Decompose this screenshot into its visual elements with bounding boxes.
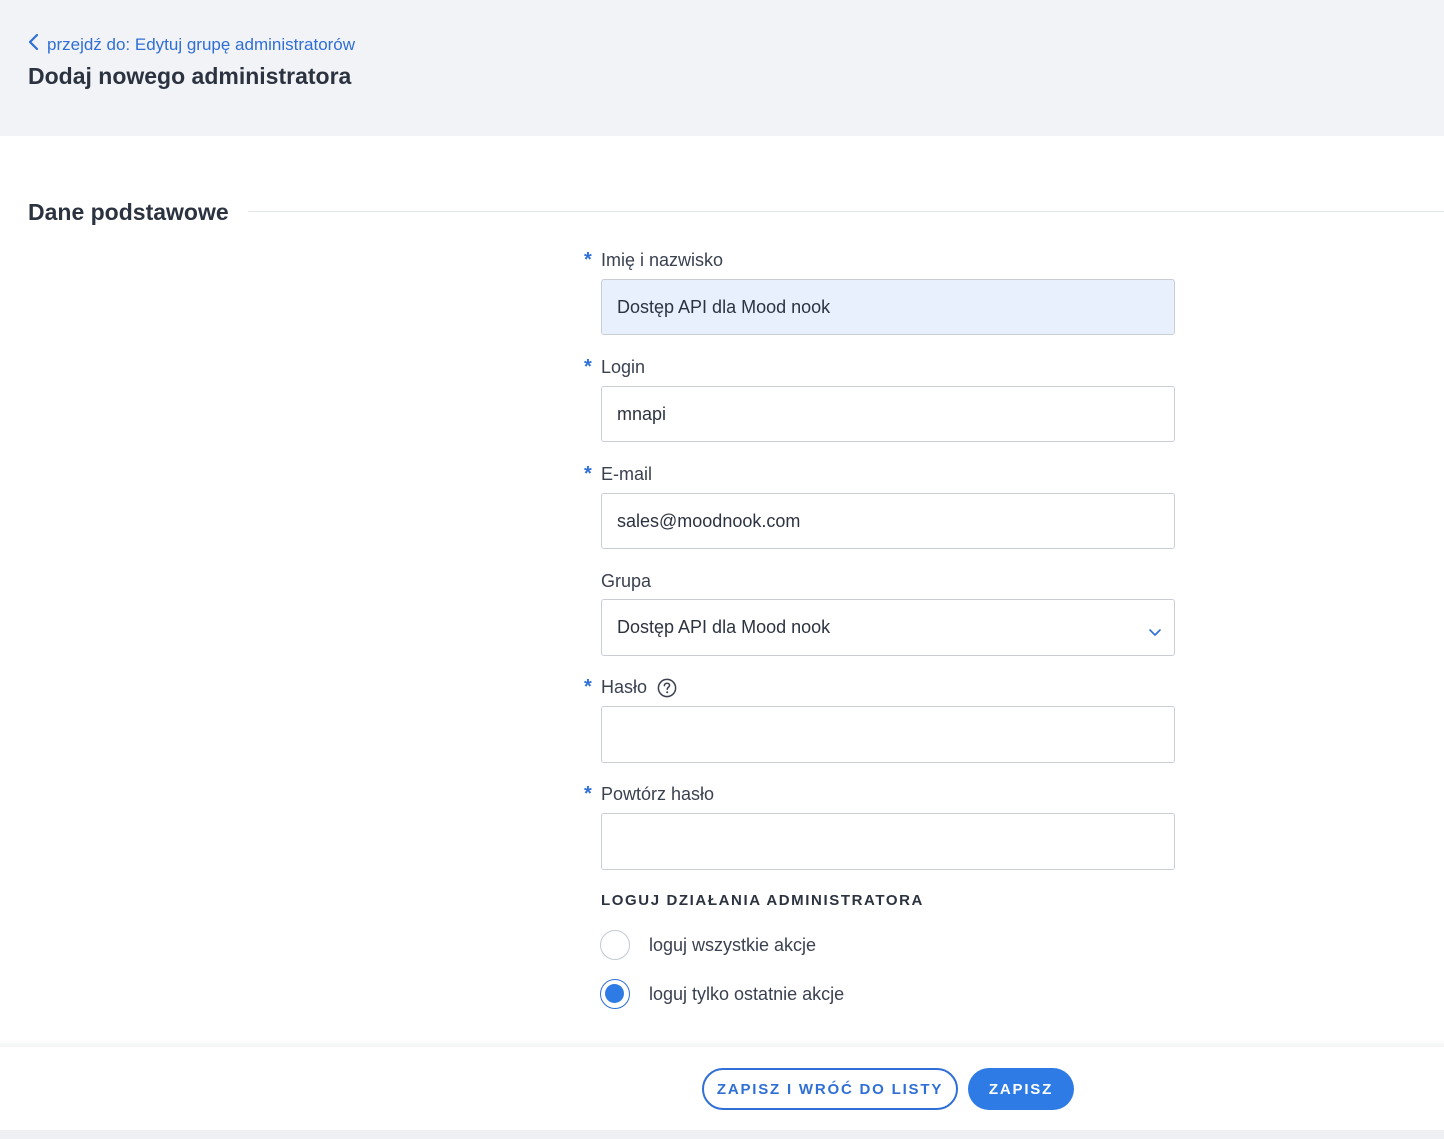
- group-select-value: Dostęp API dla Mood nook: [617, 617, 831, 637]
- password-repeat-input[interactable]: [601, 813, 1175, 870]
- required-marker: *: [584, 356, 592, 378]
- radio-button-checked[interactable]: [600, 979, 630, 1009]
- section-divider: [248, 211, 1444, 212]
- group-select[interactable]: Dostęp API dla Mood nook: [601, 599, 1175, 656]
- email-input[interactable]: sales@moodnook.com: [601, 493, 1175, 549]
- radio-log-all[interactable]: loguj wszystkie akcje: [600, 930, 816, 960]
- required-marker: *: [584, 463, 592, 485]
- back-link[interactable]: przejdź do: Edytuj grupę administratorów: [28, 33, 355, 56]
- footer-bottom-strip: [0, 1130, 1444, 1139]
- chevron-left-icon: [28, 33, 39, 56]
- back-link-label: przejdź do: Edytuj grupę administratorów: [47, 34, 356, 54]
- full-name-input[interactable]: Dostęp API dla Mood nook: [601, 279, 1175, 335]
- password-input[interactable]: [601, 706, 1175, 763]
- section-title: Dane podstawowe: [28, 199, 229, 225]
- radio-label: loguj tylko ostatnie akcje: [649, 983, 845, 1004]
- radio-button[interactable]: [600, 930, 630, 960]
- login-input[interactable]: mnapi: [601, 386, 1175, 442]
- email-label: E-mail: [601, 464, 653, 484]
- save-and-return-button[interactable]: ZAPISZ I WRÓĆ DO LISTY: [702, 1068, 958, 1110]
- password-repeat-label: Powtórz hasło: [601, 784, 715, 804]
- full-name-label: Imię i nazwisko: [601, 250, 724, 270]
- required-marker: *: [584, 676, 592, 698]
- radio-label: loguj wszystkie akcje: [649, 934, 817, 955]
- page-title: Dodaj nowego administratora: [28, 63, 352, 89]
- save-button[interactable]: ZAPISZ: [968, 1068, 1074, 1110]
- password-label: Hasło: [601, 677, 648, 697]
- chevron-down-icon: [1148, 621, 1162, 636]
- required-marker: *: [584, 249, 592, 271]
- page-header: przejdź do: Edytuj grupę administratorów…: [0, 0, 1444, 136]
- password-label-row: Hasło: [601, 677, 677, 698]
- question-circle-icon[interactable]: [657, 678, 677, 698]
- radio-log-recent[interactable]: loguj tylko ostatnie akcje: [600, 979, 844, 1009]
- required-marker: *: [584, 783, 592, 805]
- logging-heading: LOGUJ DZIAŁANIA ADMINISTRATORA: [601, 892, 924, 909]
- group-label: Grupa: [601, 571, 652, 591]
- login-label: Login: [601, 357, 646, 377]
